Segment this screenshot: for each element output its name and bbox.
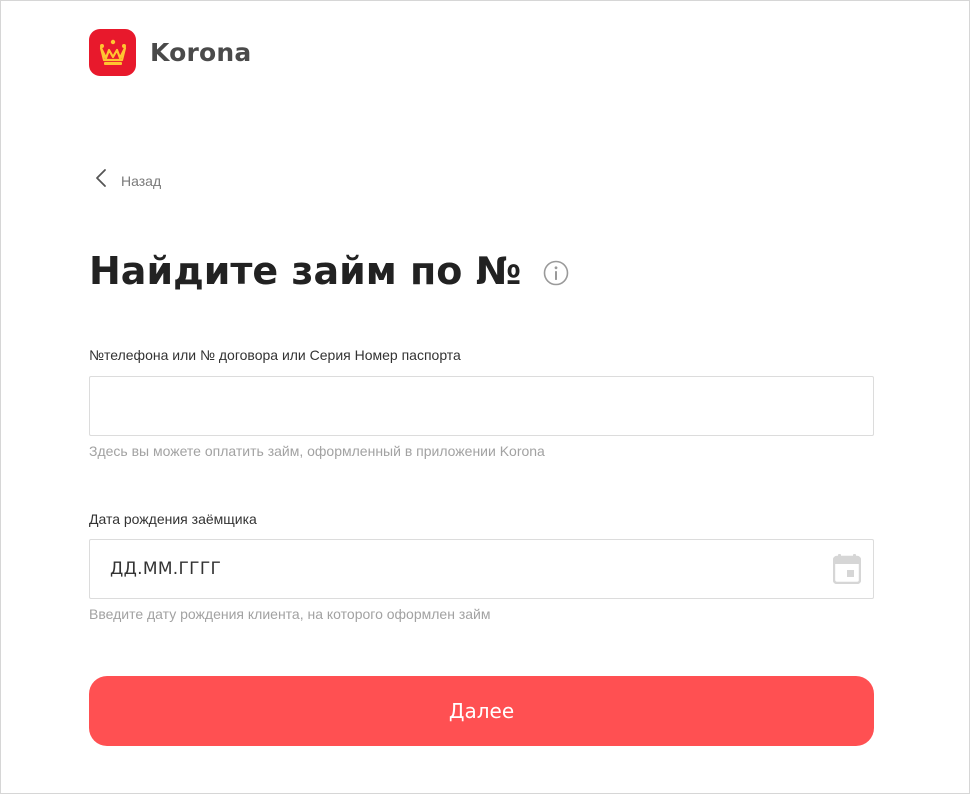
back-label: Назад [121,172,162,189]
back-link[interactable]: Назад [95,168,161,193]
next-button[interactable]: Далее [89,676,874,746]
search-field-box [89,376,874,436]
chevron-left-icon [95,168,107,193]
info-icon[interactable] [543,260,569,286]
birthdate-field-hint: Введите дату рождения клиента, на которо… [89,606,491,622]
title-row: Найдите займ по № [89,245,569,297]
brand-name: Korona [150,38,252,67]
search-field-hint: Здесь вы можете оплатить займ, оформленн… [89,443,545,459]
search-input[interactable] [90,377,810,435]
birthdate-field-label: Дата рождения заёмщика [89,511,257,527]
brand-logo[interactable]: Korona [89,29,251,76]
birthdate-field-box [89,539,874,599]
page-title: Найдите займ по № [89,249,522,293]
crown-icon [89,29,136,76]
calendar-icon[interactable] [832,554,862,589]
page-frame: Korona Назад Найдите займ по № №телефона… [0,0,970,794]
birthdate-input[interactable] [90,540,810,598]
search-field-label: №телефона или № договора или Серия Номер… [89,347,461,363]
